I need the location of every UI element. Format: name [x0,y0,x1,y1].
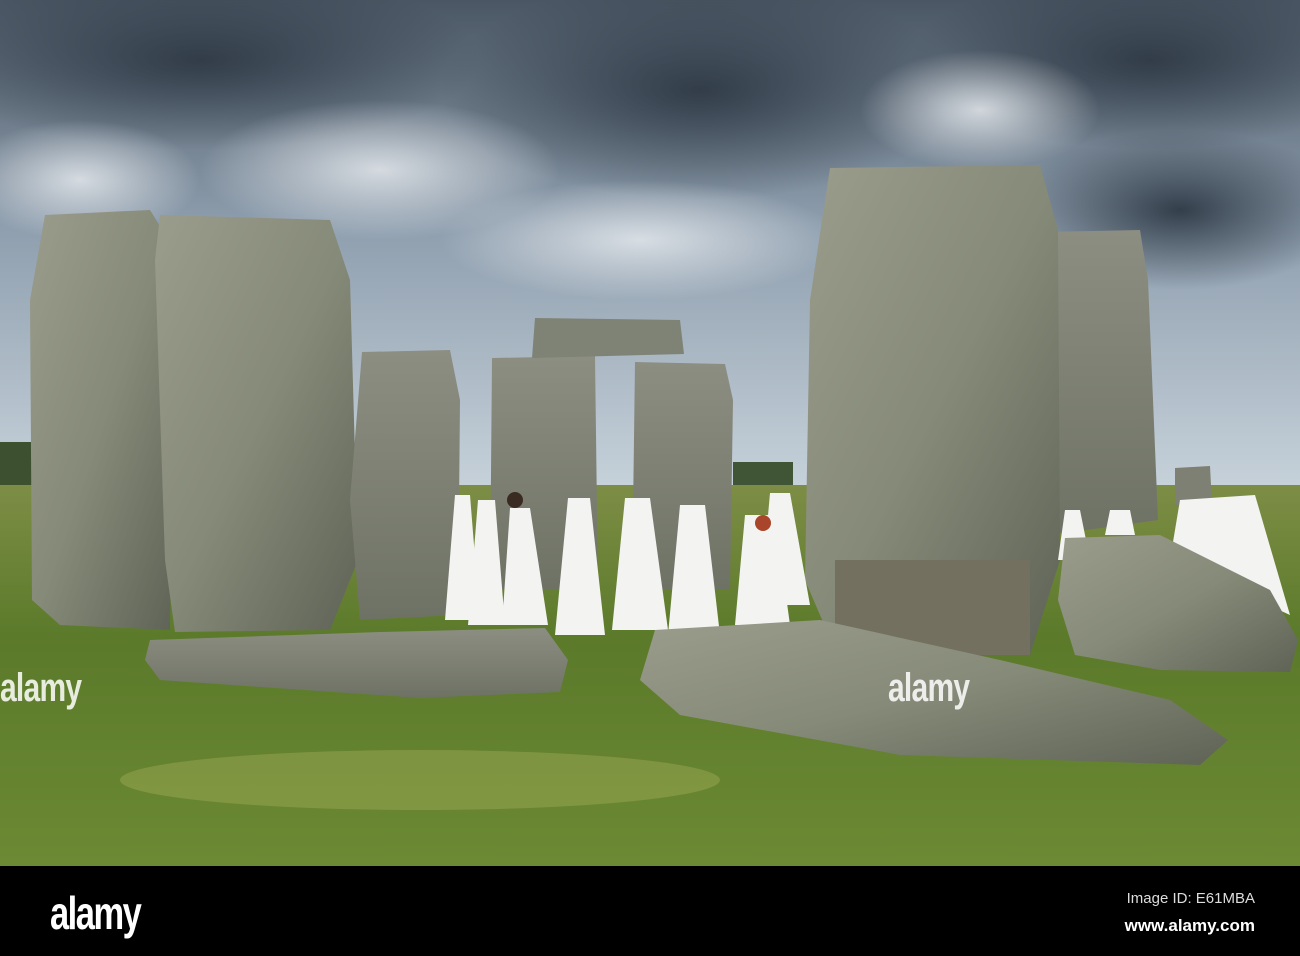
watermark-logo-overlay: alamy [0,666,82,710]
watermark-footer: alamy Image ID: E61MBA www.alamy.com [0,866,1300,956]
image-id-label: Image ID: E61MBA [1126,890,1255,907]
site-url: www.alamy.com [1124,916,1255,935]
stonehenge-photo [0,0,1300,866]
photo-frame: alamy alamy alamy Image ID: E61MBA www.a… [0,0,1300,956]
alamy-logo: alamy [50,887,142,939]
watermark-logo-overlay: alamy [888,666,970,710]
